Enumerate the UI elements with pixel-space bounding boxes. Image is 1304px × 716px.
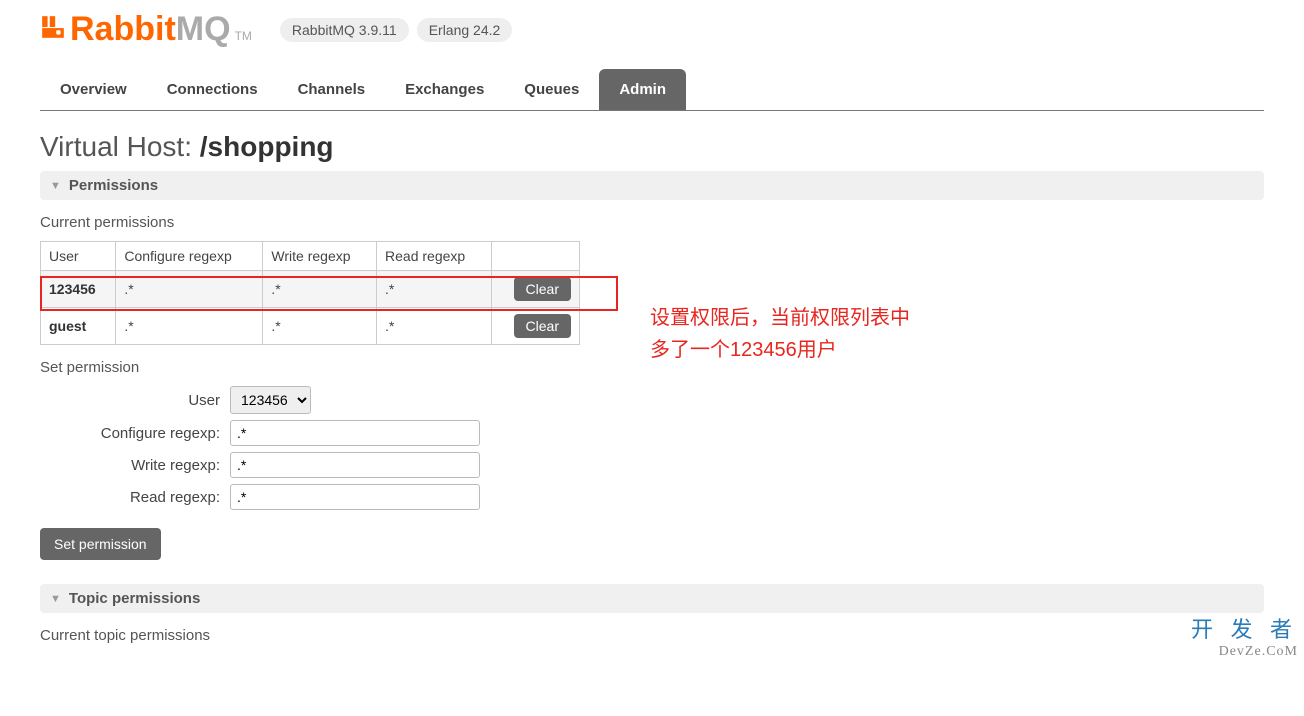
configure-regexp-label: Configure regexp: — [40, 425, 230, 442]
watermark-line2: DevZe.CoM — [1191, 644, 1298, 660]
tab-admin[interactable]: Admin — [599, 69, 686, 110]
write-regexp-label: Write regexp: — [40, 457, 230, 474]
logo-tm: TM — [235, 29, 252, 43]
tab-exchanges[interactable]: Exchanges — [385, 69, 504, 110]
chevron-down-icon: ▼ — [50, 593, 61, 605]
read-regexp-label: Read regexp: — [40, 489, 230, 506]
configure-cell: .* — [116, 271, 263, 308]
column-header: Configure regexp — [116, 242, 263, 271]
topic-permissions-section-header[interactable]: ▼ Topic permissions — [40, 584, 1264, 613]
annotation-line2: 多了一个123456用户 — [650, 334, 910, 366]
configure-cell: .* — [116, 308, 263, 345]
column-header — [491, 242, 579, 271]
logo-text-rabbit: Rabbit — [70, 10, 176, 48]
permissions-section-label: Permissions — [69, 177, 158, 194]
permissions-table: UserConfigure regexpWrite regexpRead reg… — [40, 241, 580, 345]
tab-connections[interactable]: Connections — [147, 69, 278, 110]
watermark: 开 发 者 DevZe.CoM — [1191, 612, 1298, 660]
chevron-down-icon: ▼ — [50, 180, 61, 192]
current-permissions-label: Current permissions — [40, 214, 1264, 231]
configure-regexp-input[interactable] — [230, 420, 480, 446]
column-header: Read regexp — [377, 242, 492, 271]
logo-text-mq: MQ — [176, 10, 231, 48]
read-cell: .* — [377, 308, 492, 345]
logo: RabbitMQ TM — [40, 10, 252, 49]
write-cell: .* — [263, 308, 377, 345]
permissions-section-header[interactable]: ▼ Permissions — [40, 171, 1264, 200]
annotation-line1: 设置权限后，当前权限列表中 — [650, 302, 910, 334]
tab-queues[interactable]: Queues — [504, 69, 599, 110]
current-topic-permissions-label: Current topic permissions — [40, 627, 1264, 644]
rabbit-icon — [40, 14, 66, 47]
title-value: /shopping — [200, 131, 334, 162]
watermark-line1: 开 发 者 — [1191, 612, 1298, 644]
topic-permissions-section-label: Topic permissions — [69, 590, 200, 607]
header: RabbitMQ TM RabbitMQ 3.9.11 Erlang 24.2 — [40, 10, 1264, 49]
clear-button[interactable]: Clear — [514, 277, 571, 301]
annotation-text: 设置权限后，当前权限列表中 多了一个123456用户 — [650, 302, 910, 366]
set-permission-button[interactable]: Set permission — [40, 528, 161, 560]
clear-button[interactable]: Clear — [514, 314, 571, 338]
nav-tabs: OverviewConnectionsChannelsExchangesQueu… — [40, 69, 1264, 111]
write-cell: .* — [263, 271, 377, 308]
title-prefix: Virtual Host: — [40, 131, 192, 162]
tab-channels[interactable]: Channels — [278, 69, 386, 110]
tab-overview[interactable]: Overview — [40, 69, 147, 110]
version-pill: RabbitMQ 3.9.11 — [280, 18, 409, 42]
write-regexp-input[interactable] — [230, 452, 480, 478]
table-row: 123456.*.*.*Clear — [41, 271, 580, 308]
read-cell: .* — [377, 271, 492, 308]
user-select[interactable]: 123456 — [230, 386, 311, 414]
page-title: Virtual Host: /shopping — [40, 131, 1264, 163]
column-header: Write regexp — [263, 242, 377, 271]
read-regexp-input[interactable] — [230, 484, 480, 510]
column-header: User — [41, 242, 116, 271]
user-label: User — [40, 392, 230, 409]
erlang-pill: Erlang 24.2 — [417, 18, 513, 42]
user-link[interactable]: guest — [49, 318, 86, 334]
user-link[interactable]: 123456 — [49, 281, 96, 297]
table-row: guest.*.*.*Clear — [41, 308, 580, 345]
